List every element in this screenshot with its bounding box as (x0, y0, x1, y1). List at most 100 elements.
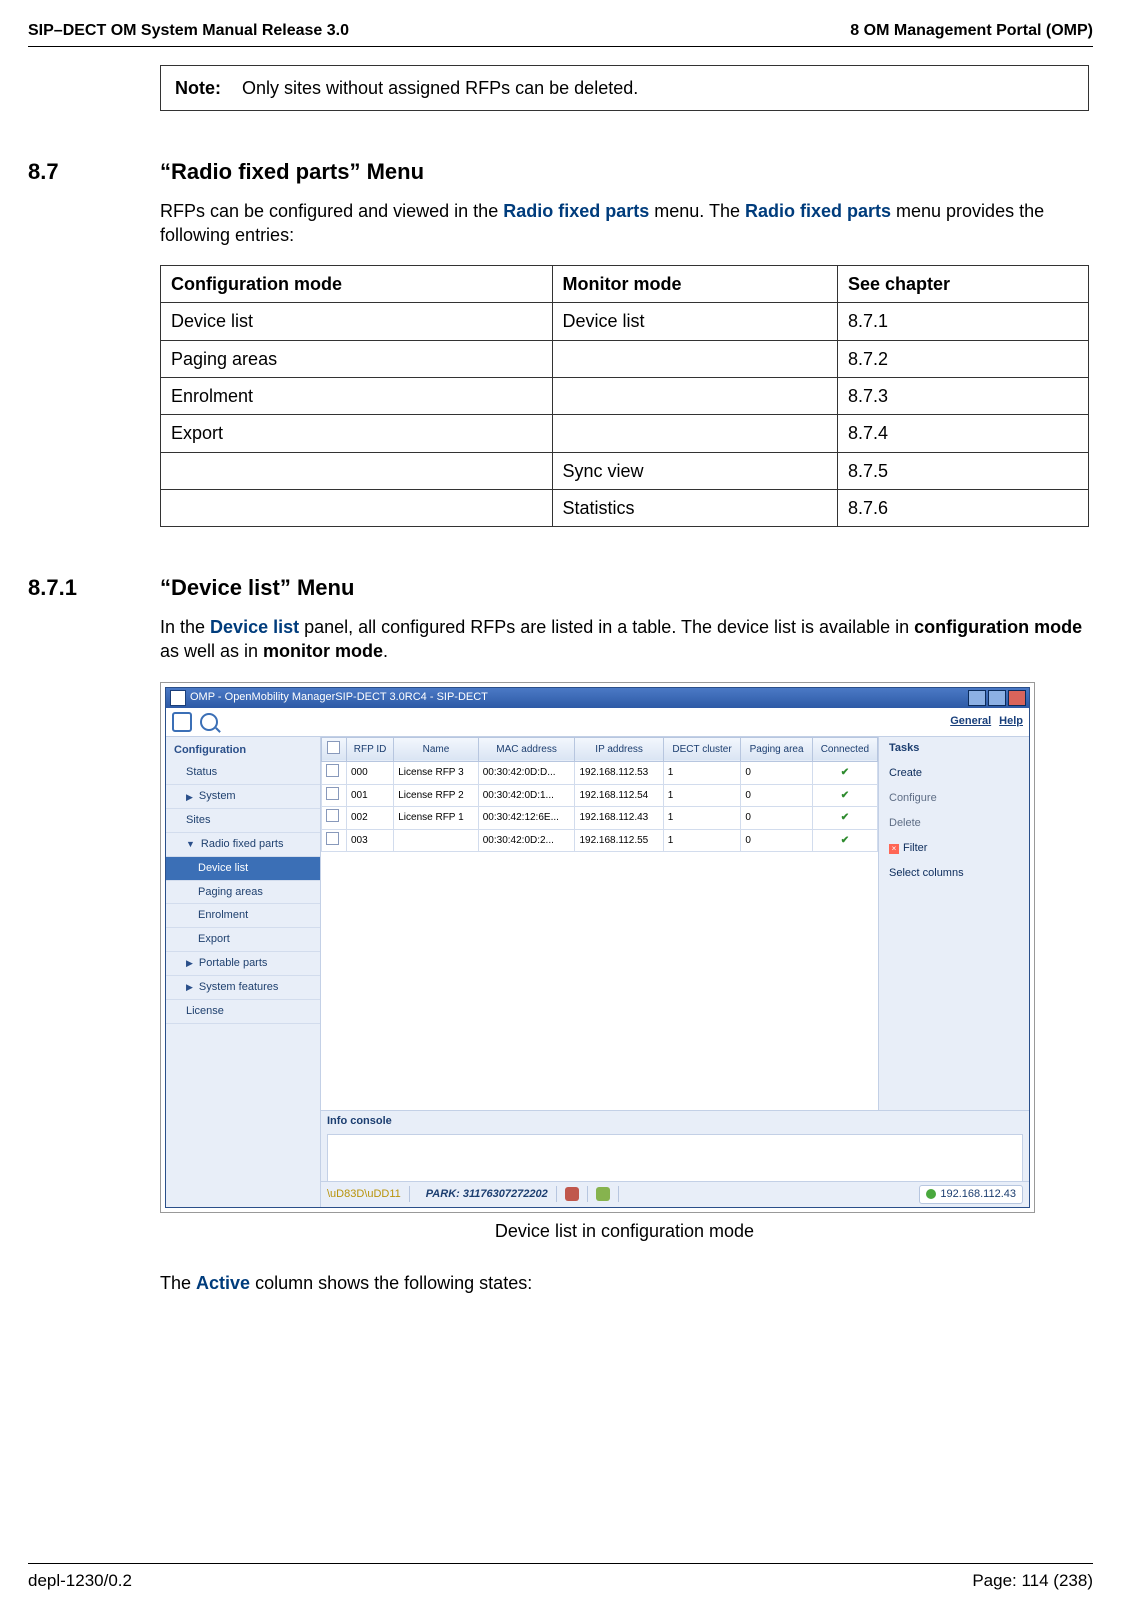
footer-left: depl-1230/0.2 (28, 1570, 132, 1593)
row-checkbox[interactable] (326, 764, 339, 777)
row-checkbox[interactable] (326, 787, 339, 800)
table-cell: Device list (552, 303, 838, 340)
table-cell: ✔ (812, 762, 877, 785)
expand-arrow-icon: ▼ (186, 838, 195, 850)
sidebar-item-system[interactable]: ▶System (166, 785, 320, 809)
link-device-list[interactable]: Device list (210, 617, 299, 637)
table-cell: Enrolment (161, 378, 553, 415)
header-right: 8 OM Management Portal (OMP) (850, 20, 1093, 42)
table-cell: 0 (741, 829, 812, 852)
table-cell (322, 829, 347, 852)
section-number-8-7: 8.7 (28, 157, 136, 187)
col-see-chapter: See chapter (838, 266, 1089, 303)
status-icon-ok[interactable] (596, 1187, 610, 1201)
col-monitor-mode: Monitor mode (552, 266, 838, 303)
active-column-paragraph: The Active column shows the following st… (160, 1271, 1089, 1295)
sidebar-item-status[interactable]: Status (166, 761, 320, 785)
task-select-columns[interactable]: Select columns (889, 861, 1019, 886)
column-header[interactable]: RFP ID (346, 737, 393, 762)
table-cell: 003 (346, 829, 393, 852)
table-cell: ✔ (812, 829, 877, 852)
sidebar-item-radio-fixed-parts[interactable]: ▼Radio fixed parts (166, 833, 320, 857)
column-header[interactable]: IP address (575, 737, 663, 762)
gear-icon[interactable] (172, 712, 192, 732)
column-header[interactable]: Paging area (741, 737, 812, 762)
maximize-button[interactable] (988, 690, 1006, 706)
table-cell: License RFP 1 (394, 807, 479, 830)
sidebar-item-device-list[interactable]: Device list (166, 857, 320, 881)
sidebar-item-export[interactable]: Export (166, 928, 320, 952)
sidebar-item-enrolment[interactable]: Enrolment (166, 904, 320, 928)
row-checkbox[interactable] (326, 832, 339, 845)
device-list-grid[interactable]: RFP IDNameMAC addressIP addressDECT clus… (321, 737, 879, 1110)
status-icon-alert[interactable] (565, 1187, 579, 1201)
clear-filter-icon[interactable]: × (889, 844, 899, 854)
column-header[interactable]: DECT cluster (663, 737, 741, 762)
sidebar-item-sites[interactable]: Sites (166, 809, 320, 833)
table-row: Device listDevice list8.7.1 (161, 303, 1089, 340)
sidebar-item-label: System (199, 789, 236, 804)
link-active-column[interactable]: Active (196, 1273, 250, 1293)
table-cell: License RFP 2 (394, 784, 479, 807)
toolbar-link-general[interactable]: General (950, 714, 991, 729)
task-filter[interactable]: ×Filter (889, 836, 1019, 861)
minimize-button[interactable] (968, 690, 986, 706)
table-row[interactable]: 001License RFP 200:30:42:0D:1...192.168.… (322, 784, 878, 807)
status-ip-pill[interactable]: 192.168.112.43 (919, 1185, 1023, 1204)
table-cell (161, 489, 553, 526)
table-cell: 000 (346, 762, 393, 785)
task-configure: Configure (889, 786, 1019, 811)
table-cell: 00:30:42:0D:1... (478, 784, 575, 807)
connection-dot-icon (926, 1189, 936, 1199)
bold-monitor-mode: monitor mode (263, 641, 383, 661)
sidebar-item-label: License (186, 1004, 224, 1019)
close-button[interactable] (1008, 690, 1026, 706)
task-label: Delete (889, 817, 921, 829)
table-cell: 001 (346, 784, 393, 807)
table-cell (552, 340, 838, 377)
sidebar-item-system-features[interactable]: ▶System features (166, 976, 320, 1000)
text: RFPs can be configured and viewed in the (160, 201, 503, 221)
table-cell: Device list (161, 303, 553, 340)
table-row: Sync view8.7.5 (161, 452, 1089, 489)
column-header[interactable]: MAC address (478, 737, 575, 762)
table-cell: Sync view (552, 452, 838, 489)
table-cell: 00:30:42:0D:D... (478, 762, 575, 785)
table-row: Export8.7.4 (161, 415, 1089, 452)
task-create[interactable]: Create (889, 761, 1019, 786)
connected-check-icon: ✔ (841, 790, 849, 801)
col-config-mode: Configuration mode (161, 266, 553, 303)
table-cell: 8.7.2 (838, 340, 1089, 377)
table-row[interactable]: 002License RFP 100:30:42:12:6E...192.168… (322, 807, 878, 830)
sidebar-item-portable-parts[interactable]: ▶Portable parts (166, 952, 320, 976)
page-footer: depl-1230/0.2 Page: 114 (238) (28, 1563, 1093, 1593)
column-header[interactable]: Connected (812, 737, 877, 762)
table-row[interactable]: 000License RFP 300:30:42:0D:D...192.168.… (322, 762, 878, 785)
text: The (160, 1273, 196, 1293)
link-radio-fixed-parts-2[interactable]: Radio fixed parts (745, 201, 891, 221)
select-all-checkbox[interactable] (327, 741, 340, 754)
table-row: Statistics8.7.6 (161, 489, 1089, 526)
table-cell: 00:30:42:0D:2... (478, 829, 575, 852)
column-header[interactable] (322, 737, 347, 762)
table-cell: 0 (741, 784, 812, 807)
text: column shows the following states: (250, 1273, 532, 1293)
status-bar: \uD83D\uDD11 PARK: 31176307272202 (321, 1181, 1029, 1207)
window-titlebar: OMP - OpenMobility ManagerSIP-DECT 3.0RC… (166, 688, 1029, 708)
table-cell: 1 (663, 807, 741, 830)
toolbar-link-help[interactable]: Help (999, 714, 1023, 729)
table-row[interactable]: 00300:30:42:0D:2...192.168.112.5510✔ (322, 829, 878, 852)
link-radio-fixed-parts[interactable]: Radio fixed parts (503, 201, 649, 221)
table-row: Enrolment8.7.3 (161, 378, 1089, 415)
table-cell: 0 (741, 762, 812, 785)
screenshot-device-list: OMP - OpenMobility ManagerSIP-DECT 3.0RC… (160, 682, 1035, 1213)
column-header[interactable]: Name (394, 737, 479, 762)
sidebar-title: Configuration (166, 739, 320, 762)
table-cell: 192.168.112.54 (575, 784, 663, 807)
table-cell: 192.168.112.53 (575, 762, 663, 785)
search-icon[interactable] (200, 713, 218, 731)
sidebar-item-paging-areas[interactable]: Paging areas (166, 881, 320, 905)
row-checkbox[interactable] (326, 809, 339, 822)
connected-check-icon: ✔ (841, 767, 849, 778)
sidebar-item-license[interactable]: License (166, 1000, 320, 1024)
